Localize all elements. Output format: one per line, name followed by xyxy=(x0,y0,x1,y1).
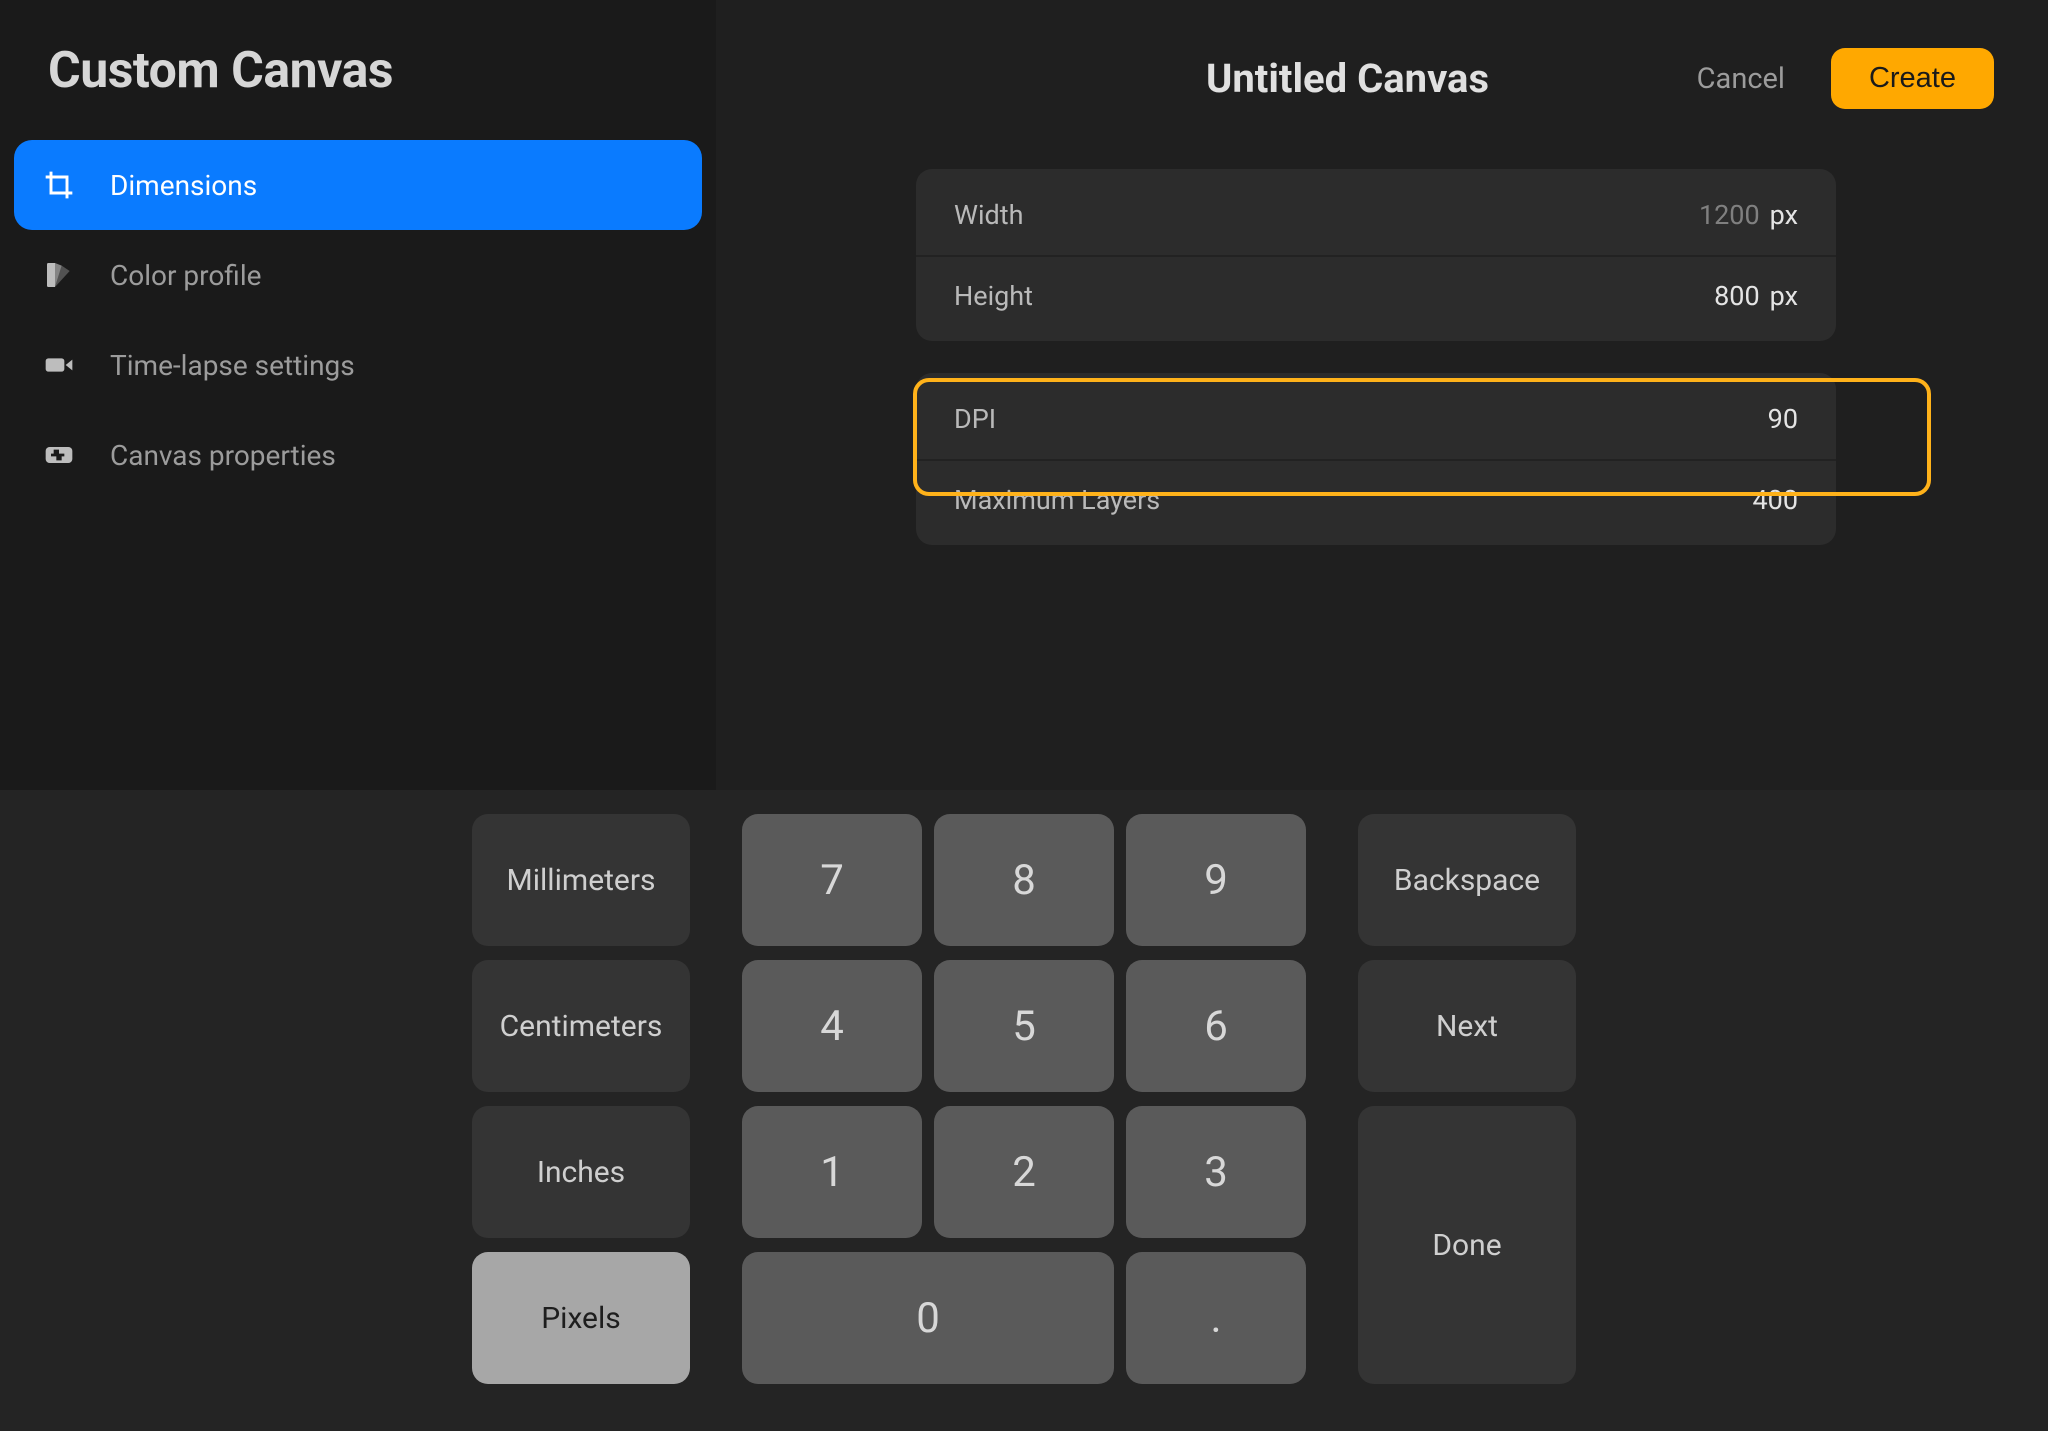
field-label: DPI xyxy=(954,403,996,435)
digit-4-key[interactable]: 4 xyxy=(742,960,922,1092)
dpi-layers-group: DPI 90 Maximum Layers 400 xyxy=(916,373,1836,545)
max-layers-field[interactable]: Maximum Layers 400 xyxy=(916,459,1836,539)
cancel-button[interactable]: Cancel xyxy=(1697,62,1785,96)
digit-5-key[interactable]: 5 xyxy=(934,960,1114,1092)
field-unit: px xyxy=(1770,280,1798,312)
unit-centimeters-key[interactable]: Centimeters xyxy=(472,960,690,1092)
size-field-group: Width 1200 px Height 800 px xyxy=(916,169,1836,341)
field-label: Width xyxy=(954,199,1023,231)
sidebar-item-color-profile[interactable]: Color profile xyxy=(14,230,702,320)
field-label: Maximum Layers xyxy=(954,484,1160,516)
field-value: 800 xyxy=(1714,280,1760,312)
unit-inches-key[interactable]: Inches xyxy=(472,1106,690,1238)
height-field[interactable]: Height 800 px xyxy=(916,255,1836,335)
field-value: 400 xyxy=(1752,484,1798,516)
sidebar-item-timelapse[interactable]: Time-lapse settings xyxy=(14,320,702,410)
canvas-title[interactable]: Untitled Canvas xyxy=(1206,55,1489,102)
digit-7-key[interactable]: 7 xyxy=(742,814,922,946)
wave-icon xyxy=(42,438,76,472)
sidebar-item-dimensions[interactable]: Dimensions xyxy=(14,140,702,230)
crop-icon xyxy=(42,168,76,202)
done-key[interactable]: Done xyxy=(1358,1106,1576,1384)
dpi-field[interactable]: DPI 90 xyxy=(916,379,1836,459)
sidebar-item-label: Time-lapse settings xyxy=(110,349,355,382)
unit-pixels-key[interactable]: Pixels xyxy=(472,1252,690,1384)
sidebar-item-label: Color profile xyxy=(110,259,261,292)
digit-9-key[interactable]: 9 xyxy=(1126,814,1306,946)
field-value: 90 xyxy=(1768,403,1798,435)
digit-3-key[interactable]: 3 xyxy=(1126,1106,1306,1238)
backspace-key[interactable]: Backspace xyxy=(1358,814,1576,946)
digit-2-key[interactable]: 2 xyxy=(934,1106,1114,1238)
swatch-icon xyxy=(42,258,76,292)
digit-1-key[interactable]: 1 xyxy=(742,1106,922,1238)
next-key[interactable]: Next xyxy=(1358,960,1576,1092)
digit-0-key[interactable]: 0 xyxy=(742,1252,1114,1384)
main-panel: Untitled Canvas Cancel Create Width 1200… xyxy=(716,0,2048,790)
decimal-point-key[interactable]: . xyxy=(1126,1252,1306,1384)
field-label: Height xyxy=(954,280,1033,312)
digit-6-key[interactable]: 6 xyxy=(1126,960,1306,1092)
sidebar-item-canvas-properties[interactable]: Canvas properties xyxy=(14,410,702,500)
unit-millimeters-key[interactable]: Millimeters xyxy=(472,814,690,946)
sidebar-title: Custom Canvas xyxy=(14,32,702,140)
sidebar: Custom Canvas Dimensions Color profile xyxy=(0,0,716,790)
field-unit: px xyxy=(1770,199,1798,231)
create-button[interactable]: Create xyxy=(1831,48,1994,109)
width-field[interactable]: Width 1200 px xyxy=(916,175,1836,255)
video-icon xyxy=(42,348,76,382)
numeric-keypad: Millimeters 7 8 9 Backspace Centimeters … xyxy=(0,790,2048,1431)
field-value: 1200 xyxy=(1699,199,1760,231)
sidebar-item-label: Canvas properties xyxy=(110,439,336,472)
sidebar-item-label: Dimensions xyxy=(110,169,257,202)
digit-8-key[interactable]: 8 xyxy=(934,814,1114,946)
